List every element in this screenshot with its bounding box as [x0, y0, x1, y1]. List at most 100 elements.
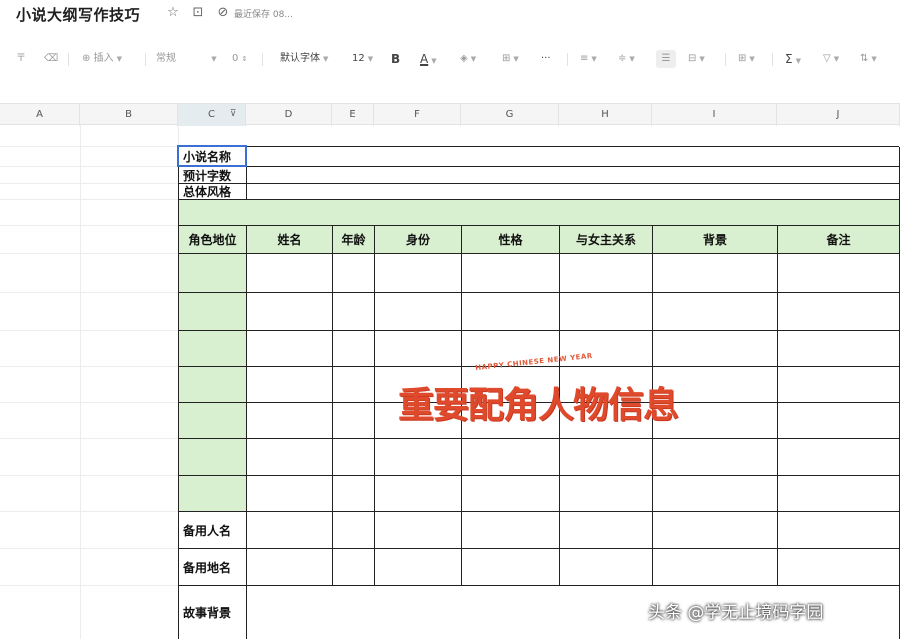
role-cell[interactable] [179, 293, 247, 331]
table-cell[interactable] [247, 439, 333, 476]
table-cell[interactable] [778, 331, 900, 367]
table-cell[interactable] [653, 293, 778, 331]
table-cell[interactable] [653, 512, 778, 549]
style-value-cell[interactable] [247, 184, 900, 200]
fill-color-button[interactable]: ◈ ▼ [460, 50, 476, 68]
table-cell[interactable] [653, 549, 778, 586]
novel-name-label-cell[interactable]: 小说名称 [179, 147, 247, 167]
table-cell[interactable] [778, 293, 900, 331]
table-cell[interactable] [778, 476, 900, 512]
table-cell[interactable] [247, 403, 333, 439]
table-cell[interactable] [560, 476, 653, 512]
table-cell[interactable] [778, 254, 900, 293]
table-cell[interactable] [778, 439, 900, 476]
star-icon[interactable]: ☆ [165, 5, 181, 21]
table-header-cell[interactable]: 备注 [778, 226, 900, 254]
section-banner-cell[interactable] [179, 200, 900, 226]
table-header-cell[interactable]: 性格 [462, 226, 560, 254]
table-cell[interactable] [560, 439, 653, 476]
style-label-cell[interactable]: 总体风格 [179, 184, 247, 200]
table-cell[interactable] [778, 549, 900, 586]
sum-button[interactable]: Σ ▼ [785, 50, 801, 68]
column-header-b[interactable]: B [80, 104, 178, 126]
table-cell[interactable] [653, 331, 778, 367]
font-size-select[interactable]: 12 ▼ [352, 50, 373, 68]
table-cell[interactable] [333, 254, 375, 293]
column-header-f[interactable]: F [374, 104, 461, 126]
format-painter-icon[interactable]: 〒 [16, 50, 26, 68]
number-format-select[interactable]: 常规 ▼ [156, 50, 217, 68]
table-cell[interactable] [778, 367, 900, 403]
table-cell[interactable] [333, 367, 375, 403]
role-cell[interactable] [179, 439, 247, 476]
table-style-button[interactable]: ⊞ ▼ [738, 50, 755, 68]
table-cell[interactable] [462, 512, 560, 549]
table-cell[interactable] [778, 403, 900, 439]
table-cell[interactable] [333, 403, 375, 439]
border-button[interactable]: ⊞ ▼ [502, 50, 519, 68]
table-cell[interactable] [375, 254, 462, 293]
document-title[interactable]: 小说大纲写作技巧 [16, 4, 140, 25]
role-cell[interactable] [179, 367, 247, 403]
more-button[interactable]: ··· [541, 50, 551, 68]
column-header-h[interactable]: H [559, 104, 652, 126]
role-cell[interactable] [179, 403, 247, 439]
table-cell[interactable] [462, 476, 560, 512]
table-cell[interactable] [375, 439, 462, 476]
table-cell[interactable] [560, 549, 653, 586]
table-cell[interactable] [333, 439, 375, 476]
table-header-cell[interactable]: 年龄 [333, 226, 375, 254]
table-cell[interactable] [247, 293, 333, 331]
filter-button[interactable]: ▽ ▼ [823, 50, 839, 68]
table-header-cell[interactable]: 与女主关系 [560, 226, 653, 254]
table-cell[interactable] [333, 549, 375, 586]
table-cell[interactable] [247, 331, 333, 367]
column-header-e[interactable]: E [332, 104, 374, 126]
role-cell[interactable] [179, 254, 247, 293]
table-cell[interactable] [653, 439, 778, 476]
table-header-cell[interactable]: 背景 [653, 226, 778, 254]
table-cell[interactable] [333, 476, 375, 512]
table-cell[interactable] [375, 476, 462, 512]
table-cell[interactable] [333, 512, 375, 549]
clear-format-icon[interactable]: ⌫ [44, 50, 58, 68]
table-cell[interactable] [247, 476, 333, 512]
word-count-value-cell[interactable] [247, 167, 900, 184]
role-cell[interactable] [179, 476, 247, 512]
table-cell[interactable] [462, 439, 560, 476]
column-header-j[interactable]: J [777, 104, 900, 126]
table-cell[interactable] [560, 254, 653, 293]
role-cell[interactable] [179, 331, 247, 367]
table-cell[interactable] [375, 331, 462, 367]
table-cell[interactable] [247, 254, 333, 293]
column-filter-icon[interactable]: ⊽ [227, 108, 239, 120]
column-header-a[interactable]: A [0, 104, 80, 126]
font-color-button[interactable]: A ▼ [420, 50, 437, 68]
table-cell[interactable] [462, 549, 560, 586]
decimal-stepper[interactable]: 0 ⇕ [232, 50, 247, 68]
table-header-cell[interactable]: 身份 [375, 226, 462, 254]
bold-button[interactable]: B [391, 50, 400, 68]
horizontal-align-button[interactable]: ≡ ▼ [580, 50, 597, 68]
table-header-cell[interactable]: 姓名 [247, 226, 333, 254]
story-background-label-cell[interactable]: 故事背景 [179, 586, 247, 639]
table-cell[interactable] [653, 476, 778, 512]
vertical-align-button[interactable]: ≑ ▼ [618, 50, 635, 68]
table-cell[interactable] [653, 254, 778, 293]
move-to-folder-icon[interactable]: ⊡ [190, 5, 206, 21]
wrap-text-button[interactable]: ☰ [656, 50, 676, 68]
table-header-cell[interactable]: 角色地位 [179, 226, 247, 254]
column-header-g[interactable]: G [461, 104, 559, 126]
table-cell[interactable] [333, 331, 375, 367]
table-cell[interactable] [375, 512, 462, 549]
word-count-label-cell[interactable]: 预计字数 [179, 167, 247, 184]
table-cell[interactable] [333, 293, 375, 331]
column-header-i[interactable]: I [652, 104, 777, 126]
sort-button[interactable]: ⇅ ▼ [860, 50, 877, 68]
table-cell[interactable] [462, 293, 560, 331]
font-family-select[interactable]: 默认字体 ▼ [280, 50, 328, 68]
table-cell[interactable] [247, 549, 333, 586]
table-cell[interactable] [560, 512, 653, 549]
backup-name-label-cell[interactable]: 备用人名 [179, 512, 247, 549]
insert-button[interactable]: ⊕ 插入 ▼ [82, 50, 122, 68]
